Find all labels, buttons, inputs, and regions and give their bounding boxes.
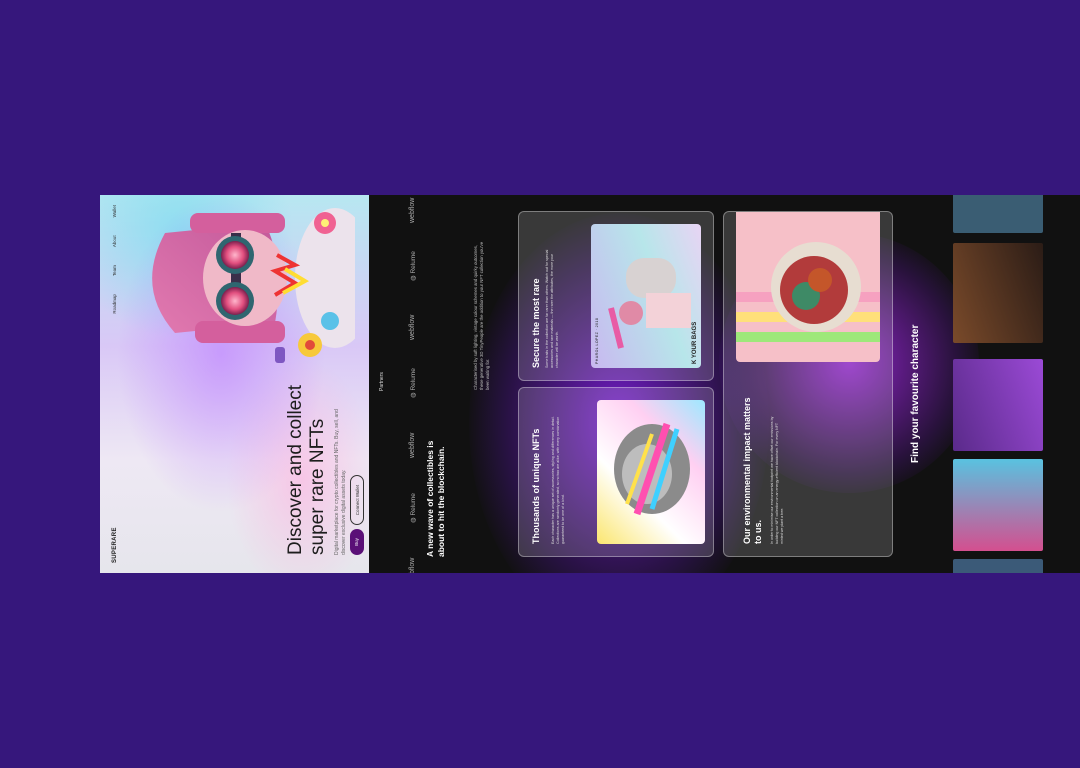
- feature-card-unique: Thousands of unique NFTs Each character …: [518, 387, 714, 557]
- feature-card-rare: Secure the most rare Some traits in the …: [518, 211, 714, 381]
- hero-section: SUPERARE Roadmap Team About Wallet Disco…: [100, 195, 369, 573]
- card-title: Secure the most rare: [531, 278, 541, 368]
- bust-icon: [608, 258, 691, 349]
- rotated-webpage: SUPERARE Roadmap Team About Wallet Disco…: [100, 195, 1080, 573]
- partners-logos: webflow Relume webflow Relume webflow Re…: [409, 195, 423, 573]
- character-thumbnail[interactable]: [953, 243, 1043, 343]
- partner-logo-webflow: webflow: [409, 557, 416, 573]
- card-image-bust: PHAROL LOPEZ · 2018 K YOUR BAGS: [591, 224, 701, 368]
- character-thumbnail[interactable]: [953, 459, 1043, 551]
- nav-link-about[interactable]: About: [112, 235, 117, 247]
- partner-logo-relume: Relume: [409, 251, 417, 281]
- top-nav: SUPERARE Roadmap Team About Wallet: [112, 205, 126, 563]
- card-title: Thousands of unique NFTs: [531, 428, 541, 544]
- character-thumbnail[interactable]: [953, 559, 1043, 573]
- nav-link-roadmap[interactable]: Roadmap: [112, 294, 117, 314]
- card-title: Our environmental impact matters to us.: [742, 397, 763, 544]
- nav-links: Roadmap Team About Wallet: [112, 205, 117, 314]
- card-body: Some traits in the collection are far ra…: [545, 249, 560, 368]
- nav-link-wallet[interactable]: Wallet: [112, 205, 117, 217]
- hero-description: Digital marketplace for crypto collectib…: [334, 409, 347, 555]
- intro-description: Characterised by soft lighting, vintage …: [473, 241, 490, 390]
- image-caption-bottom: K YOUR BAGS: [692, 321, 698, 364]
- character-gallery: [948, 195, 1048, 573]
- gallery-heading: Find your favourite character: [910, 324, 921, 463]
- partner-logo-relume: Relume: [409, 493, 417, 523]
- image-caption-top: PHAROL LOPEZ · 2018: [595, 317, 599, 364]
- intro-heading: A new wave of collectibles is about to h…: [425, 440, 446, 557]
- astronaut-icon: [736, 242, 880, 342]
- partner-logo-webflow: webflow: [409, 432, 416, 458]
- card-body: Each character has a unique set of acces…: [551, 416, 566, 544]
- nav-link-team[interactable]: Team: [112, 265, 117, 276]
- card-image-statue: [597, 400, 705, 544]
- connect-wallet-button[interactable]: Connect Wallet: [350, 475, 364, 525]
- card-body: In order to minimise our environmental f…: [770, 416, 785, 544]
- hero-title: Discover and collect super rare NFTs: [285, 384, 328, 555]
- logo[interactable]: SUPERARE: [112, 527, 118, 563]
- character-thumbnail[interactable]: [953, 359, 1043, 451]
- character-thumbnail[interactable]: [953, 195, 1043, 233]
- feature-card-environment: Our environmental impact matters to us. …: [723, 211, 893, 557]
- partner-logo-webflow: webflow: [409, 197, 416, 223]
- buy-button[interactable]: Buy: [350, 529, 364, 555]
- content-section: Partners webflow Relume webflow Relume w…: [369, 195, 1080, 573]
- statue-icon: [614, 422, 690, 516]
- partner-logo-webflow: webflow: [409, 314, 416, 340]
- partners-label: Partners: [379, 372, 385, 391]
- partner-logo-relume: Relume: [409, 368, 417, 398]
- card-image-astronaut: [736, 211, 880, 362]
